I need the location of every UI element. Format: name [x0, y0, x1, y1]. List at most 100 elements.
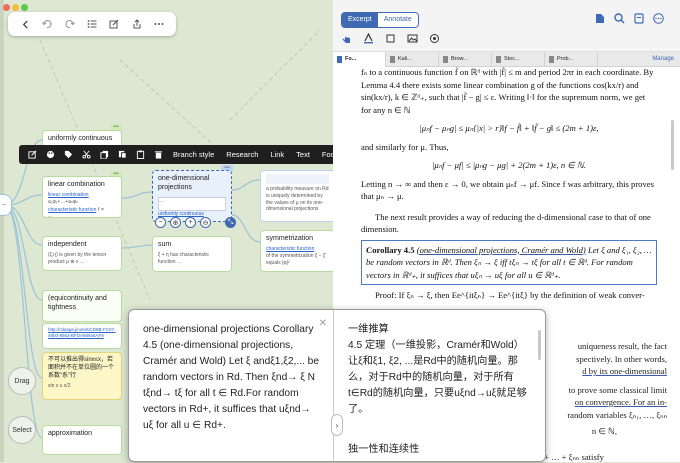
pdf-icon	[443, 55, 448, 63]
chevron-right-icon[interactable]: ›	[331, 414, 343, 436]
annotate-mode-button[interactable]: Annotate	[377, 13, 418, 27]
translation-target[interactable]: 一维推算 4.5 定理（一维投影，Cramér和Wold）让ξ和ξ1, ξ2, …	[334, 310, 545, 461]
list-icon[interactable]	[84, 16, 100, 32]
paste-icon[interactable]	[131, 145, 149, 164]
card-linear-combination[interactable]: linear combination linear combination a₁…	[42, 176, 122, 218]
more-icon[interactable]	[151, 16, 167, 32]
doc-fragment: to prove some classical limit	[568, 384, 667, 395]
card-formula: a₁φ₁+…+aₙφₙ	[48, 199, 79, 206]
pdf-icon	[496, 55, 501, 63]
doc-fragment: d by its one-dimensional	[582, 366, 667, 376]
pdf-icon	[549, 55, 554, 63]
menu-link[interactable]: Link	[264, 150, 290, 159]
node-resize-icon[interactable]: ⤡	[225, 217, 236, 228]
palette-icon[interactable]	[41, 145, 59, 164]
mindmap-toolbar	[8, 12, 176, 36]
undo-icon[interactable]	[39, 16, 55, 32]
node-collapse-icon[interactable]: −	[155, 217, 166, 228]
text-highlight-icon[interactable]	[363, 33, 374, 44]
tag-icon[interactable]	[59, 145, 77, 164]
target-text-more: 独一性和连续性	[348, 444, 420, 455]
card-one-dimensional-projections[interactable]: one-dimensional projections … uniformly …	[152, 170, 232, 222]
card-link[interactable]: characteristic function	[48, 207, 96, 213]
window-minimize-dot[interactable]	[12, 4, 19, 11]
copy-icon[interactable]	[95, 145, 113, 164]
reader-scrollbar[interactable]	[671, 120, 674, 170]
trash-icon[interactable]	[149, 145, 167, 164]
context-menu: Branch style Research Link Text Focus	[19, 145, 364, 164]
pdf-icon	[337, 55, 342, 63]
window-zoom-dot[interactable]	[21, 4, 28, 11]
root-collapse-icon[interactable]: −	[0, 194, 12, 216]
card-link-note[interactable]: http://mlaage.jinote/tiCD8B-FC07-48b0-95…	[42, 323, 122, 349]
card-text: a probability measure on Rd is uniquely …	[266, 186, 329, 213]
corollary-selection[interactable]: Corollary 4.5 (one-dimensional projectio…	[361, 239, 657, 285]
card-symmetrization[interactable]: symmetrization characteristic function o…	[260, 230, 333, 272]
tab-doc-3[interactable]: Brow...	[439, 51, 492, 67]
pdf-page[interactable]: fₙ to a continuous function f̃ on ℝᵈ wit…	[361, 66, 657, 302]
search-icon[interactable]	[614, 13, 625, 24]
tab-label: Brow...	[451, 56, 468, 62]
more-icon[interactable]	[653, 13, 664, 24]
card-title: 不可以推出得sinx≤x，若面积并不在单位圆的一个系数“系”行	[48, 357, 115, 380]
card-chinese-note[interactable]: 不可以推出得sinx≤x，若面积并不在单位圆的一个系数“系”行 sin x ≤ …	[42, 352, 122, 400]
card-url[interactable]: http://mlaage.jinote/tiCD8B-FC07-48b0-95…	[48, 327, 116, 339]
drag-tool-button[interactable]: Drag	[8, 367, 36, 395]
manage-tabs-button[interactable]: Manage	[652, 56, 680, 62]
card-uniqueness[interactable]: a probability measure on Rd is uniquely …	[260, 170, 333, 222]
doc-equation: |μₙf − μₙg| ≤ μₙ{|x| > r}‖f − f̃‖ + ‖f̃ …	[419, 123, 599, 133]
chevron-left-icon[interactable]	[17, 16, 33, 32]
tab-label: Stoc...	[504, 56, 520, 62]
edit-icon[interactable]	[106, 16, 122, 32]
share-icon[interactable]	[129, 16, 145, 32]
card-independent[interactable]: independent (ξ,η) is given by the tensor…	[42, 236, 122, 271]
mode-segmented-control: Excerpt Annotate	[341, 12, 419, 28]
excerpt-mode-button[interactable]: Excerpt	[342, 13, 378, 27]
stamp-icon[interactable]	[429, 33, 440, 44]
doc-paragraph: fₙ to a continuous function f̃ on ℝᵈ wit…	[361, 67, 654, 115]
document-icon[interactable]	[595, 13, 605, 24]
bookmark-list-icon[interactable]	[634, 13, 644, 24]
node-add-icon[interactable]: +	[185, 217, 196, 228]
window-close-dot[interactable]	[3, 4, 10, 11]
card-title: independent	[48, 241, 87, 248]
select-tool-button[interactable]: Select	[8, 416, 36, 444]
proof-line: Proof: If ξₙ → ξ, then Ee^{itξₙ} → Ee^{i…	[375, 290, 645, 300]
card-approximation[interactable]: approximation	[42, 425, 122, 455]
close-icon[interactable]: ✕	[319, 316, 327, 332]
tab-doc-4[interactable]: Stoc...	[492, 51, 545, 67]
card-sum[interactable]: sum ξ + η has characteristic function …	[152, 236, 232, 272]
menu-research[interactable]: Research	[220, 150, 264, 159]
card-equicontinuity[interactable]: (equicontinuity and tightness	[42, 290, 122, 322]
tab-label: Prob...	[557, 56, 574, 62]
translation-scrollbar[interactable]	[538, 330, 541, 360]
tab-doc-2[interactable]: Kali...	[386, 51, 439, 67]
card-text: of the symmetrization ξ − ξ′ equals |φ|²	[266, 253, 327, 266]
menu-branch-style[interactable]: Branch style	[167, 150, 220, 159]
edit-icon[interactable]	[23, 145, 41, 164]
image-icon[interactable]	[407, 33, 418, 44]
tab-label: Kali...	[398, 56, 412, 62]
tab-label: Fo...	[345, 56, 357, 62]
translation-source[interactable]: ✕ one-dimensional projections Corollary …	[129, 310, 334, 461]
duplicate-icon[interactable]	[113, 145, 131, 164]
tab-doc-1[interactable]: Fo...	[333, 51, 386, 67]
menu-text[interactable]: Text	[290, 150, 316, 159]
document-tabs: Fo... Kali... Brow... Stoc... Prob... Ma…	[333, 51, 680, 67]
scissors-icon[interactable]	[77, 145, 95, 164]
card-title: uniformly continuous	[48, 135, 113, 142]
card-link[interactable]: characteristic function	[266, 246, 329, 253]
redo-icon[interactable]	[62, 16, 78, 32]
card-title: approximation	[48, 430, 92, 437]
crop-icon[interactable]	[385, 33, 396, 44]
hand-pointer-icon[interactable]	[341, 33, 352, 44]
corollary-subtitle: (one-dimensional projections, Cramér and…	[416, 244, 586, 255]
select-label: Select	[12, 426, 32, 434]
doc-fragment: n ∈ ℕ,	[591, 426, 617, 436]
tab-doc-5[interactable]: Prob...	[545, 51, 598, 67]
node-expand-icon[interactable]: ⊖	[200, 217, 211, 228]
doc-right-fragments: uniqueness result, the fact spectively. …	[567, 340, 667, 438]
node-link-icon[interactable]: ⊕	[170, 217, 181, 228]
card-link[interactable]: linear combination	[48, 192, 116, 199]
doc-paragraph: Letting n → ∞ and then ε → 0, we obtain …	[361, 178, 654, 202]
